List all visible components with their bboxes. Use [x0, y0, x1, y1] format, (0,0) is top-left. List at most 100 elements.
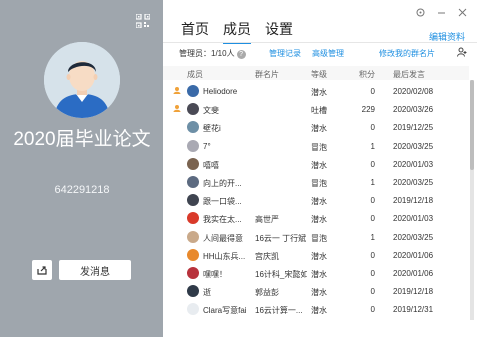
share-button[interactable]	[32, 260, 52, 280]
tab-bar: 首页 成员 设置	[181, 19, 293, 44]
send-message-button[interactable]: 发消息	[59, 260, 131, 280]
member-avatar[interactable]	[187, 230, 199, 243]
member-row[interactable]: 逝 郭益彭 潜水 0 2019/12/18	[163, 282, 469, 300]
member-row[interactable]: 壁花i 潜水 0 2019/12/25	[163, 118, 469, 136]
member-level: 吐槽	[311, 106, 327, 116]
member-toolbar: 管理员：1/10人? 管理记录 高级管理 修改我的群名片	[179, 47, 469, 62]
group-name: 2020届毕业论文	[13, 129, 151, 150]
group-detail-panel: 首页 成员 设置 编辑资料 管理员：1/10人? 管理记录 高级管理 修改我的群…	[163, 0, 477, 337]
member-row[interactable]: 人间最得意 16云一 丁行斌 冒泡 1 2020/03/25	[163, 228, 469, 246]
member-last-spoke: 2020/03/25	[393, 141, 434, 151]
member-row[interactable]: 文斐 吐槽 229 2020/03/26	[163, 100, 469, 118]
member-avatar[interactable]	[187, 212, 199, 225]
member-avatar[interactable]	[187, 121, 199, 134]
member-points: 229	[361, 105, 375, 115]
member-last-spoke: 2020/01/06	[393, 268, 434, 278]
member-avatar[interactable]	[187, 175, 199, 188]
member-last-spoke: 2020/01/03	[393, 159, 434, 169]
member-avatar[interactable]	[187, 103, 199, 116]
member-level: 潜水	[311, 88, 327, 97]
column-last-spoke[interactable]: 最后发言	[393, 69, 459, 80]
member-card: 宫庆凯	[255, 251, 279, 261]
member-row[interactable]: 嘿嘿！ 16计科_宋懿如 潜水 0 2020/01/06	[163, 264, 469, 282]
group-id: 642291218	[54, 184, 110, 196]
help-icon[interactable]: ?	[236, 50, 246, 59]
member-card: 郭益彭	[255, 288, 279, 298]
member-row[interactable]: HH山东兵... 宫庆凯 潜水 0 2020/01/06	[163, 246, 469, 264]
member-points: 0	[370, 123, 375, 133]
member-row[interactable]: Heliodore 潜水 0 2020/02/08	[163, 82, 469, 100]
member-last-spoke: 2020/01/03	[393, 214, 434, 224]
member-row[interactable]: 7° 冒泡 1 2020/03/25	[163, 137, 469, 155]
modify-card-link[interactable]: 修改我的群名片	[379, 48, 435, 59]
member-table-header: 成员 群名片 等级 积分 最后发言	[163, 66, 469, 80]
member-row[interactable]: 跟一口袋... 潜水 0 2019/12/18	[163, 191, 469, 209]
member-last-spoke: 2019/12/18	[393, 196, 434, 206]
member-level: 潜水	[311, 215, 327, 225]
member-avatar[interactable]	[187, 266, 199, 279]
member-avatar[interactable]	[187, 85, 199, 97]
add-member-icon[interactable]	[457, 47, 467, 57]
advanced-manage-link[interactable]: 高级管理	[312, 48, 344, 59]
admin-count: 管理员：1/10人?	[179, 48, 246, 59]
member-name: 跟一口袋...	[203, 197, 242, 207]
member-points: 1	[370, 232, 375, 242]
member-avatar[interactable]	[187, 285, 199, 298]
minimize-icon[interactable]	[437, 8, 446, 17]
column-level[interactable]: 等级	[311, 69, 341, 80]
member-name: Heliodore	[203, 87, 238, 96]
member-row[interactable]: 我实在太... 高世严 潜水 0 2020/01/03	[163, 209, 469, 227]
member-points: 0	[370, 159, 375, 169]
member-row[interactable]: 嘻嘻 潜水 0 2020/01/03	[163, 155, 469, 173]
default-avatar-icon	[44, 42, 120, 118]
tab-settings[interactable]: 设置	[265, 19, 293, 44]
divider	[163, 42, 477, 43]
member-card: 16计科_宋懿如	[255, 269, 307, 279]
window-controls	[416, 8, 467, 17]
member-name: HH山东兵...	[203, 251, 246, 261]
column-member[interactable]: 成员	[187, 69, 203, 80]
column-points[interactable]: 积分	[357, 69, 375, 80]
member-row[interactable]: Clara写意fai 16云计算一... 潜水 0 2019/12/31	[163, 300, 469, 318]
group-profile-panel: 2020届毕业论文 642291218 发消息	[0, 0, 163, 337]
member-points: 1	[370, 177, 375, 187]
member-avatar[interactable]	[187, 157, 199, 170]
member-row[interactable]: 向上的开... 冒泡 1 2020/03/25	[163, 173, 469, 191]
member-points: 0	[370, 305, 375, 315]
member-level: 冒泡	[311, 233, 327, 243]
member-points: 0	[370, 214, 375, 224]
admin-badge-icon	[173, 105, 181, 113]
member-last-spoke: 2020/01/06	[393, 250, 434, 260]
member-level: 潜水	[311, 124, 327, 134]
group-avatar[interactable]	[44, 42, 120, 118]
member-last-spoke: 2020/03/26	[393, 105, 434, 115]
member-last-spoke: 2020/03/25	[393, 177, 434, 187]
tab-home[interactable]: 首页	[181, 19, 209, 44]
member-name: 7°	[203, 141, 211, 151]
member-name: 向上的开...	[203, 178, 242, 188]
member-avatar[interactable]	[187, 194, 199, 207]
qr-code-icon[interactable]	[136, 14, 150, 28]
member-name: 嘻嘻	[203, 160, 219, 170]
member-avatar[interactable]	[187, 303, 199, 316]
member-level: 潜水	[311, 251, 327, 261]
close-icon[interactable]	[458, 8, 467, 17]
member-points: 0	[370, 287, 375, 297]
scrollbar-thumb[interactable]	[470, 80, 474, 170]
member-level: 潜水	[311, 197, 327, 207]
tab-members[interactable]: 成员	[223, 19, 251, 44]
member-name: 嘿嘿！	[203, 269, 227, 279]
member-level: 冒泡	[311, 178, 327, 188]
member-level: 潜水	[311, 306, 327, 316]
manage-log-link[interactable]: 管理记录	[269, 48, 301, 59]
member-level: 潜水	[311, 160, 327, 170]
member-level: 潜水	[311, 269, 327, 279]
member-name: 我实在太...	[203, 215, 242, 225]
member-name: 逝	[203, 288, 211, 298]
member-name: Clara写意fai	[203, 306, 247, 316]
skin-icon[interactable]	[416, 8, 425, 17]
member-avatar[interactable]	[187, 248, 199, 261]
member-list: Heliodore 潜水 0 2020/02/08 文斐 吐槽 229 2020/03/26 壁…	[163, 82, 469, 318]
column-card[interactable]: 群名片	[255, 69, 307, 80]
member-avatar[interactable]	[187, 139, 199, 152]
